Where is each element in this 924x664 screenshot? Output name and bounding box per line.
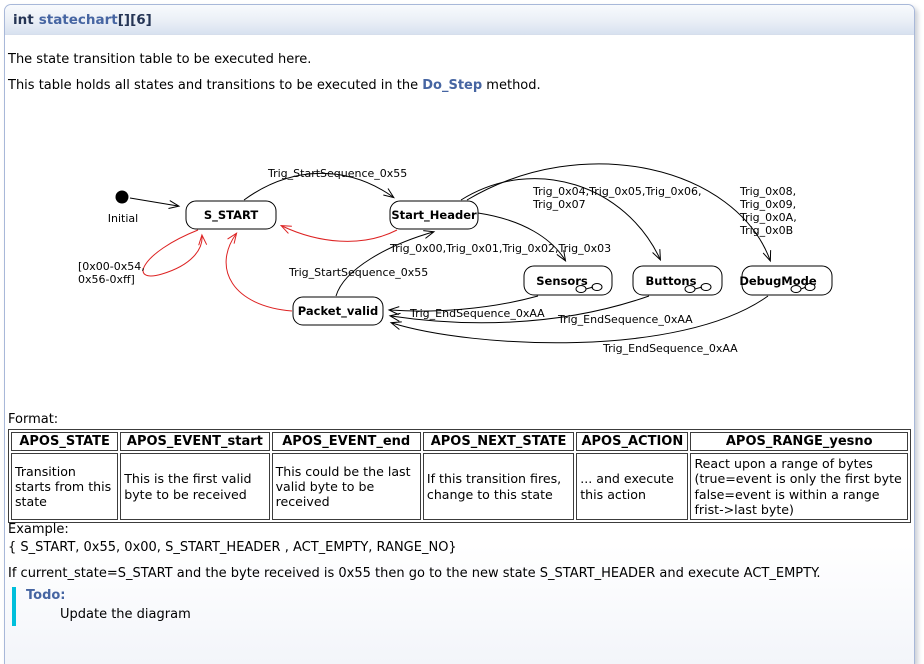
edge-initial-to-s-start: [130, 198, 178, 206]
do-step-link[interactable]: Do_Step: [422, 78, 482, 93]
initial-state-label: Initial: [108, 212, 138, 225]
todo-title[interactable]: Todo:: [26, 588, 712, 603]
description-line-1: The state transition table to be execute…: [8, 52, 311, 67]
state-sensors: Sensors: [524, 266, 612, 295]
table-cell: This is the first valid byte to be recei…: [120, 453, 269, 520]
state-s-start-label: S_START: [204, 208, 259, 223]
example-explanation: If current_state=S_START and the byte re…: [8, 566, 821, 581]
table-header-cell: APOS_EVENT_start: [120, 432, 269, 451]
state-debugmode: DebugMode: [739, 266, 832, 295]
edge-label-end-buttons: Trig_EndSequence_0xAA: [557, 313, 693, 326]
description-line-2-suffix: method.: [482, 78, 540, 93]
table-cell: React upon a range of bytes (true=event …: [690, 453, 908, 520]
description-line-2: This table holds all states and transiti…: [8, 78, 541, 93]
format-label: Format:: [8, 412, 58, 427]
state-packet-valid: Packet_valid: [293, 297, 383, 325]
table-header-cell: APOS_EVENT_end: [272, 432, 421, 451]
edge-label-to-debug-line4: Trig_0x0B: [739, 224, 793, 237]
table-cell: This could be the last valid byte to be …: [272, 453, 421, 520]
edge-label-to-buttons-line2: Trig_0x07: [532, 198, 586, 211]
edge-label-self-loop-line2: 0x56-0xff]: [78, 273, 135, 286]
table-header-cell: APOS_RANGE_yesno: [690, 432, 908, 451]
todo-block: Todo: Update the diagram: [12, 587, 712, 626]
todo-text: Update the diagram: [60, 607, 712, 622]
format-table: APOS_STATE APOS_EVENT_start APOS_EVENT_e…: [8, 429, 911, 523]
state-packet-valid-label: Packet_valid: [298, 304, 378, 319]
edge-s-start-self-loop: [143, 230, 202, 276]
table-header-cell: APOS_STATE: [11, 432, 118, 451]
initial-state-icon: [116, 191, 129, 204]
edge-label-to-debug-line2: Trig_0x09,: [739, 198, 796, 211]
table-header-cell: APOS_NEXT_STATE: [423, 432, 574, 451]
format-table-body-row: Transition starts from this state This i…: [11, 453, 908, 520]
state-buttons: Buttons: [633, 266, 722, 295]
example-code: { S_START, 0x55, 0x00, S_START_HEADER , …: [8, 540, 457, 555]
table-cell: Transition starts from this state: [11, 453, 118, 520]
table-cell: If this transition fires, change to this…: [423, 453, 574, 520]
edge-label-end-sensors: Trig_EndSequence_0xAA: [409, 307, 545, 320]
edge-start-header-to-s-start: [282, 226, 397, 241]
edge-label-start-sequence-top: Trig_StartSequence_0x55: [267, 167, 407, 180]
edge-label-to-sensors: Trig_0x00,Trig_0x01,Trig_0x02,Trig_0x03: [389, 242, 611, 255]
table-header-cell: APOS_ACTION: [576, 432, 688, 451]
state-start-header: Start_Header: [390, 201, 478, 229]
state-s-start: S_START: [186, 201, 276, 229]
statechart-diagram: Initial S_START Start_Header Packet_vali…: [0, 140, 924, 402]
edge-label-to-debug-line1: Trig_0x08,: [739, 185, 796, 198]
example-label: Example:: [8, 522, 69, 537]
edge-label-end-debug: Trig_EndSequence_0xAA: [602, 342, 738, 355]
format-table-header-row: APOS_STATE APOS_EVENT_start APOS_EVENT_e…: [11, 432, 908, 451]
edge-label-packet-to-header: Trig_StartSequence_0x55: [288, 266, 428, 279]
state-start-header-label: Start_Header: [391, 208, 477, 223]
edge-label-to-buttons-line1: Trig_0x04,Trig_0x05,Trig_0x06,: [532, 185, 702, 198]
table-cell: ... and execute this action: [576, 453, 688, 520]
description-line-2-prefix: This table holds all states and transiti…: [8, 78, 422, 93]
edge-label-self-loop-line1: [0x00-0x54,: [78, 260, 145, 273]
edge-label-to-debug-line3: Trig_0x0A,: [739, 211, 797, 224]
edge-packet-valid-to-s-start: [226, 234, 292, 311]
